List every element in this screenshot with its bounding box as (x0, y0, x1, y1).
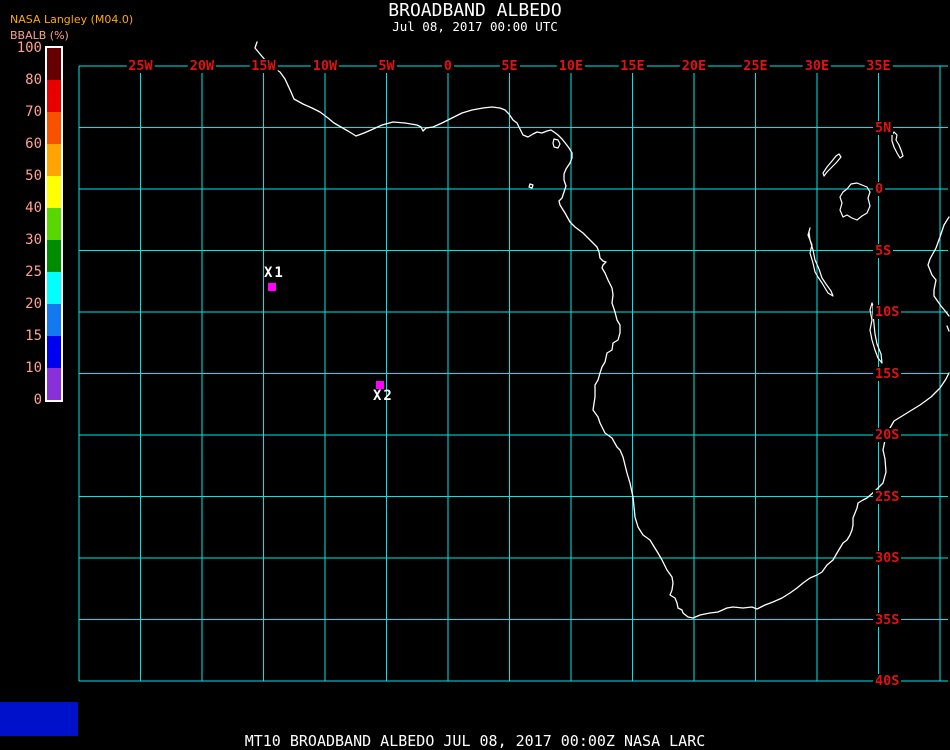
lat-label: 20S (873, 427, 902, 443)
lon-label: 5W (376, 58, 397, 74)
lon-label: 25W (126, 58, 155, 74)
albedo-map-viewer: BROADBAND ALBEDO Jul 08, 2017 00:00 UTC … (0, 0, 950, 750)
lon-label: 15W (249, 58, 278, 74)
lon-label: 20W (187, 58, 217, 74)
lon-label: 30E (802, 58, 832, 74)
marker-label-x1: X1 (264, 265, 285, 281)
lon-label: 20E (679, 58, 709, 74)
lat-label: 5N (873, 119, 894, 136)
lakes-and-islands (528, 131, 904, 364)
marker-label-x2: X2 (373, 388, 394, 404)
lon-label: 10W (310, 58, 340, 74)
lake-turkana (891, 131, 904, 159)
lon-label: 10E (556, 58, 586, 74)
sao-tome-island (528, 183, 534, 189)
lat-label: 5S (873, 242, 894, 259)
grid-lines (78, 65, 948, 682)
coastline (254, 41, 950, 619)
lat-label: 15S (873, 365, 902, 382)
marker-square-x1 (268, 283, 276, 291)
lat-label: 40S (873, 673, 902, 689)
lon-label: 5E (499, 58, 520, 74)
lon-label: 35E (864, 58, 893, 74)
lat-label: 35S (873, 611, 902, 628)
lat-label: 10S (873, 304, 902, 320)
lat-label: 0 (873, 181, 886, 197)
lon-label: 25E (741, 58, 770, 74)
lon-label: 15E (618, 58, 647, 74)
lake-tanganyika (807, 227, 834, 297)
map-graphics (78, 41, 950, 682)
status-line: MT10 BROADBAND ALBEDO JUL 08, 2017 00:00… (244, 732, 706, 750)
lake-albert (822, 153, 842, 177)
legend-color-block (0, 702, 78, 736)
bioko-island (552, 138, 561, 149)
lat-label: 25S (873, 488, 902, 505)
lon-label: 0 (441, 58, 455, 74)
lat-label: 30S (873, 550, 902, 566)
